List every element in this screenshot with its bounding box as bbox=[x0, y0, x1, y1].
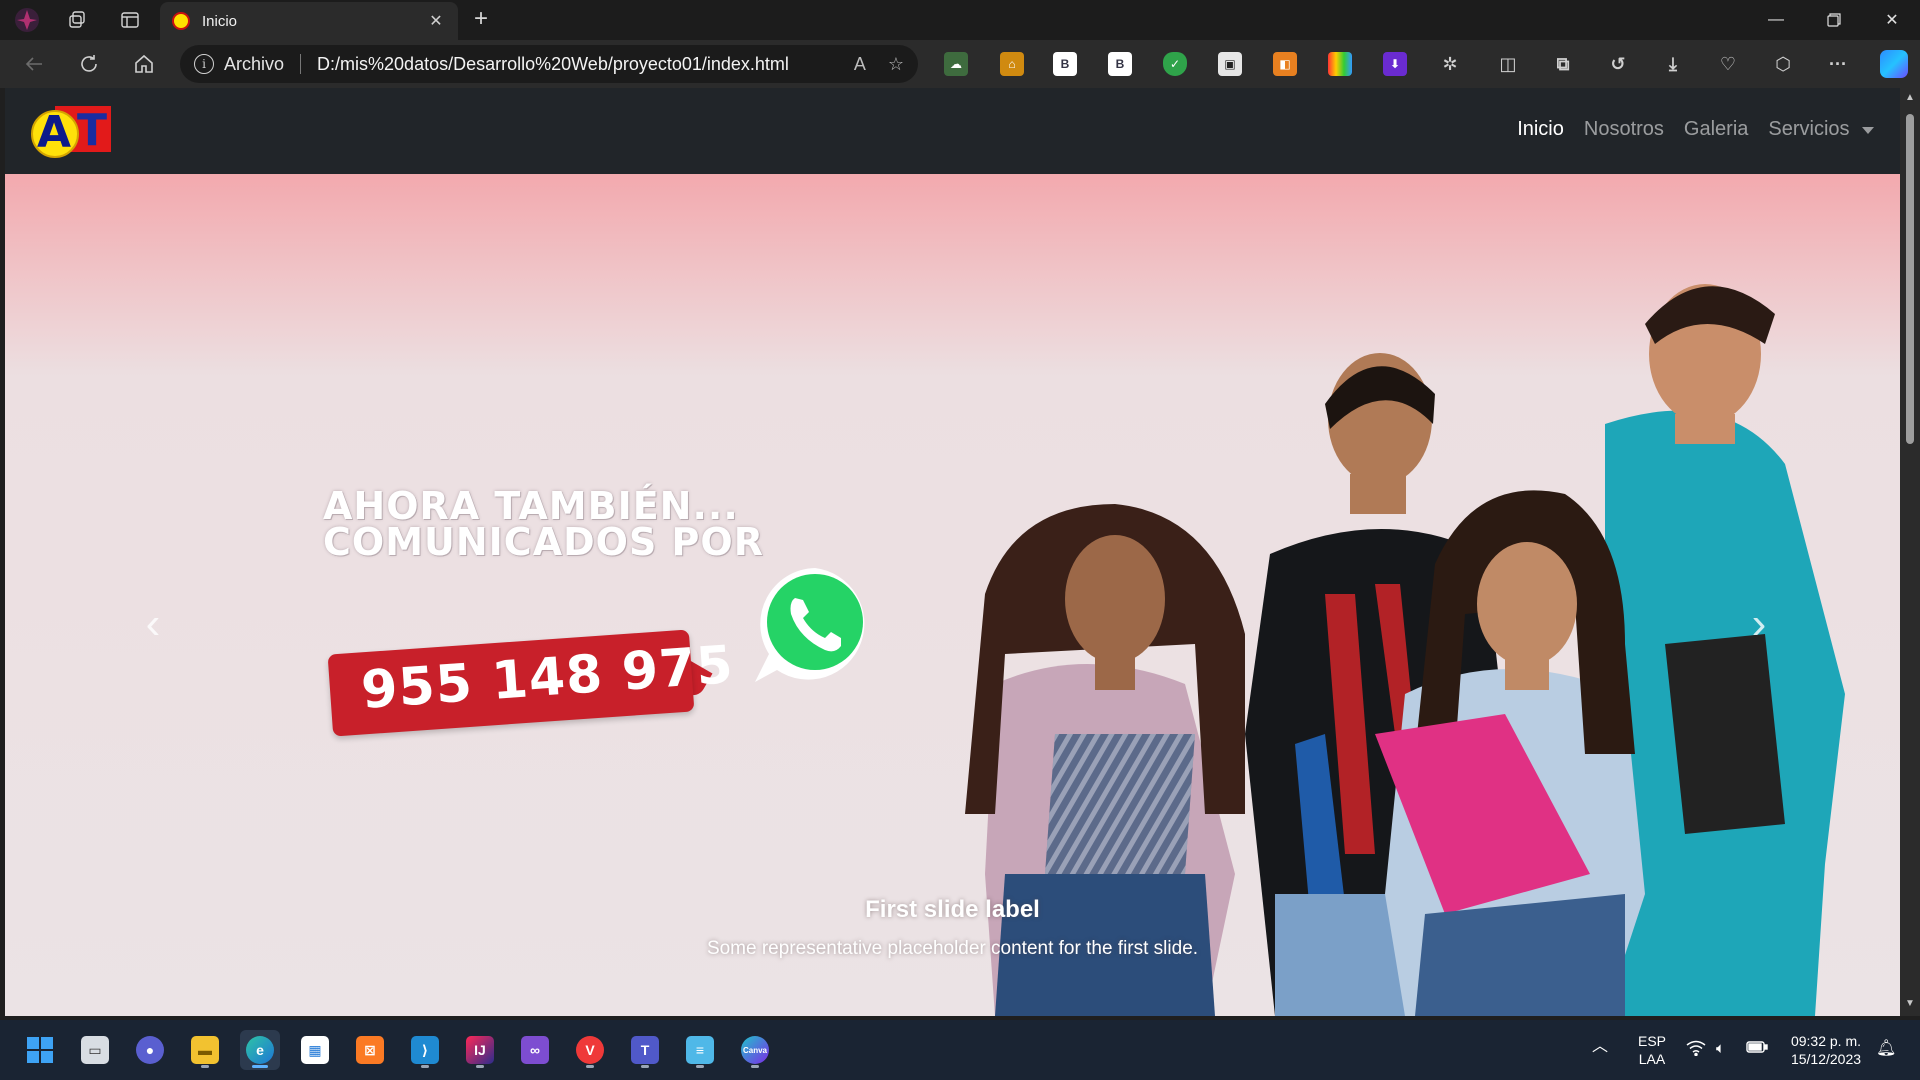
nav-dropdown-servicios[interactable]: Servicios bbox=[1768, 118, 1874, 141]
extension-orange-icon[interactable]: ◧ bbox=[1273, 52, 1297, 76]
tab-title: Inicio bbox=[202, 12, 238, 30]
extension-b-icon-2[interactable]: B bbox=[1108, 52, 1132, 76]
extension-color-icon[interactable] bbox=[1328, 52, 1352, 76]
tab-actions-icon[interactable] bbox=[113, 6, 147, 34]
back-button[interactable] bbox=[18, 49, 50, 79]
home-button[interactable] bbox=[128, 49, 160, 79]
start-button[interactable] bbox=[20, 1030, 60, 1070]
notepad-icon[interactable]: ≡ bbox=[680, 1030, 720, 1070]
xampp-icon[interactable]: ⊠ bbox=[350, 1030, 390, 1070]
workspaces-icon[interactable] bbox=[60, 6, 94, 34]
task-view-icon[interactable]: ▭ bbox=[75, 1030, 115, 1070]
carousel-prev-icon[interactable]: ‹ bbox=[123, 594, 183, 654]
browser-toolbar: i Archivo D:/mis%20datos/Desarrollo%20We… bbox=[0, 40, 1920, 88]
logo-letter-a: A bbox=[37, 107, 72, 158]
browser-essentials-icon[interactable]: ♡ bbox=[1716, 52, 1740, 76]
whatsapp-icon bbox=[747, 558, 883, 699]
show-hidden-icons-icon[interactable]: ︿ bbox=[1592, 1038, 1608, 1056]
history-icon[interactable]: ↺ bbox=[1606, 52, 1630, 76]
carousel-next-icon[interactable]: › bbox=[1729, 594, 1789, 654]
scroll-up-icon[interactable]: ▲ bbox=[1904, 92, 1916, 103]
intellij-icon[interactable]: IJ bbox=[460, 1030, 500, 1070]
page-scrollbar[interactable]: ▲ ▼ bbox=[1900, 88, 1920, 1016]
restore-button[interactable] bbox=[1806, 0, 1862, 40]
keyboard-layout: LAA bbox=[1638, 1051, 1666, 1067]
notifications-bell-icon[interactable]: 🔔︎ bbox=[1876, 1040, 1896, 1058]
brand-logo[interactable]: A T bbox=[31, 106, 115, 158]
extensions-puzzle-icon[interactable]: ✲ bbox=[1438, 52, 1462, 76]
clock-time: 09:32 p. m. bbox=[1790, 1033, 1862, 1049]
address-bar[interactable]: i Archivo D:/mis%20datos/Desarrollo%20We… bbox=[180, 45, 918, 83]
close-tab-icon[interactable]: ✕ bbox=[426, 11, 446, 31]
tab-inicio[interactable]: Inicio ✕ bbox=[160, 2, 458, 40]
visual-studio-icon[interactable]: ∞ bbox=[515, 1030, 555, 1070]
file-explorer-icon[interactable]: ▬ bbox=[185, 1030, 225, 1070]
wifi-icon[interactable] bbox=[1686, 1040, 1706, 1060]
canva-icon[interactable]: Canva bbox=[735, 1030, 775, 1070]
address-divider bbox=[300, 54, 302, 74]
edge-taskbar-icon[interactable]: e bbox=[240, 1030, 280, 1070]
new-tab-button[interactable]: + bbox=[466, 6, 496, 34]
browser-title-bar: Inicio ✕ + ― ✕ bbox=[0, 0, 1920, 40]
profile-icon[interactable] bbox=[10, 6, 44, 34]
teams-icon[interactable]: T bbox=[625, 1030, 665, 1070]
site-scheme-label: Archivo bbox=[224, 53, 285, 74]
chat-icon[interactable]: ● bbox=[130, 1030, 170, 1070]
url-text[interactable]: D:/mis%20datos/Desarrollo%20Web/proyecto… bbox=[317, 54, 832, 75]
close-window-button[interactable]: ✕ bbox=[1864, 0, 1920, 40]
clock[interactable]: 09:32 p. m. 15/12/2023 bbox=[1778, 1032, 1874, 1068]
downloads-icon[interactable]: ⤓ bbox=[1661, 52, 1685, 76]
feedback-icon[interactable]: ⬡ bbox=[1771, 52, 1795, 76]
vscode-icon[interactable]: ⟩ bbox=[405, 1030, 445, 1070]
battery-icon[interactable] bbox=[1746, 1039, 1768, 1059]
volume-icon[interactable]: 🔈︎ bbox=[1716, 1040, 1725, 1058]
carousel-caption-title: First slide label bbox=[865, 896, 1040, 923]
shield-extension-icon[interactable]: ✓ bbox=[1163, 52, 1187, 76]
site-info-icon[interactable]: i bbox=[194, 54, 214, 74]
page-viewport: A T Inicio Nosotros Galeria Servicios ‹ … bbox=[5, 88, 1900, 1016]
read-aloud-icon[interactable]: A bbox=[854, 54, 866, 75]
nav-links: Inicio Nosotros Galeria Servicios bbox=[1517, 118, 1874, 141]
copilot-icon[interactable] bbox=[1880, 50, 1908, 78]
split-screen-icon[interactable]: ◫ bbox=[1496, 52, 1520, 76]
favorite-star-icon[interactable]: ☆ bbox=[888, 54, 904, 75]
site-navbar: A T Inicio Nosotros Galeria Servicios bbox=[5, 88, 1900, 174]
students-photo bbox=[965, 284, 1845, 1016]
settings-more-icon[interactable]: ··· bbox=[1826, 52, 1850, 76]
nav-link-servicios[interactable]: Servicios bbox=[1768, 118, 1849, 140]
nav-link-nosotros[interactable]: Nosotros bbox=[1584, 118, 1664, 141]
nav-link-inicio[interactable]: Inicio bbox=[1517, 118, 1564, 141]
logo-letter-t: T bbox=[77, 105, 108, 156]
carousel-caption-text: Some representative placeholder content … bbox=[706, 938, 1199, 959]
minimize-button[interactable]: ― bbox=[1748, 0, 1804, 40]
clock-date: 15/12/2023 bbox=[1790, 1051, 1862, 1067]
extension-b-icon-1[interactable]: B bbox=[1053, 52, 1077, 76]
extension-window-icon[interactable]: ▣ bbox=[1218, 52, 1242, 76]
tab-favicon-icon bbox=[172, 12, 190, 30]
collections-icon[interactable]: ⧉ bbox=[1551, 52, 1575, 76]
store-icon[interactable]: ▦ bbox=[295, 1030, 335, 1070]
scrollbar-thumb[interactable] bbox=[1906, 114, 1914, 444]
nav-link-galeria[interactable]: Galeria bbox=[1684, 118, 1748, 141]
extension-off-icon[interactable]: ⌂ bbox=[1000, 52, 1024, 76]
download-extension-icon[interactable]: ⬇ bbox=[1383, 52, 1407, 76]
promo-line-2: COMUNICADOS POR bbox=[323, 520, 764, 564]
refresh-button[interactable] bbox=[73, 49, 105, 79]
input-language[interactable]: ESP LAA bbox=[1634, 1032, 1670, 1068]
hero-carousel: ‹ › AHORA TAMBIÉN... COMUNICADOS POR 955… bbox=[5, 174, 1900, 1016]
chevron-down-icon bbox=[1862, 127, 1874, 135]
vivaldi-icon[interactable]: V bbox=[570, 1030, 610, 1070]
scroll-down-icon[interactable]: ▼ bbox=[1904, 998, 1916, 1009]
windows-taskbar: ▭ ● ▬ e ▦ ⊠ ⟩ IJ ∞ V T ≡ Canva ︿ ESP LAA… bbox=[0, 1020, 1920, 1080]
language-code: ESP bbox=[1637, 1033, 1666, 1049]
extension-icon-1[interactable]: ☁ bbox=[944, 52, 968, 76]
